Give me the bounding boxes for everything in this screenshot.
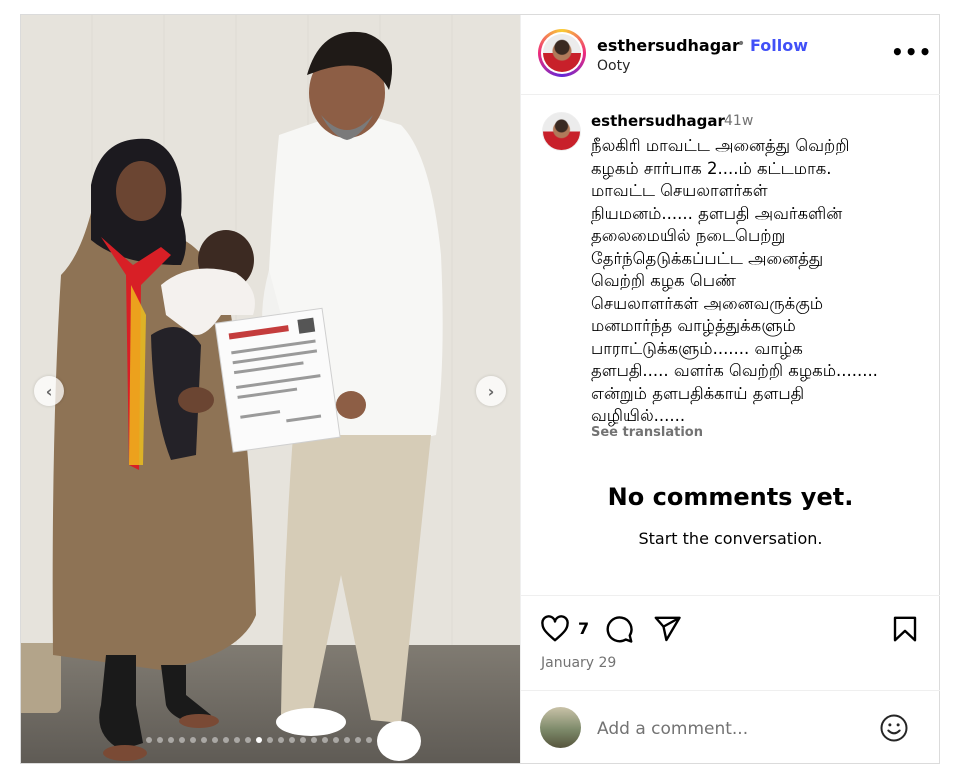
- carousel-dot: [201, 737, 207, 743]
- comment-input[interactable]: Add a comment...: [597, 719, 748, 739]
- carousel-dot: [256, 737, 262, 743]
- carousel-dot: [223, 737, 229, 743]
- carousel-dot: [311, 737, 317, 743]
- instagram-post: ‹ › esthersudhagar • Follow Ooty ••• est…: [20, 14, 940, 764]
- share-icon[interactable]: [652, 614, 682, 644]
- comment-icon[interactable]: [604, 614, 634, 644]
- carousel-dot: [278, 737, 284, 743]
- carousel-prev-button[interactable]: ‹: [34, 376, 64, 406]
- more-icon[interactable]: •••: [891, 40, 932, 64]
- emoji-icon[interactable]: [879, 713, 909, 743]
- action-bar: 7 January 29: [521, 595, 940, 690]
- post-sidebar: esthersudhagar • Follow Ooty ••• esthers…: [520, 15, 940, 763]
- carousel-dot: [344, 737, 350, 743]
- no-comments-title: No comments yet.: [607, 483, 854, 511]
- carousel-dot: [333, 737, 339, 743]
- carousel-dot: [289, 737, 295, 743]
- carousel-dot: [212, 737, 218, 743]
- carousel-dot: [300, 737, 306, 743]
- carousel-dot: [245, 737, 251, 743]
- see-translation-link[interactable]: See translation: [591, 425, 703, 440]
- carousel-dot: [168, 737, 174, 743]
- no-comments-subtitle: Start the conversation.: [638, 529, 823, 548]
- bookmark-icon[interactable]: [890, 614, 920, 644]
- carousel-indicator: [146, 737, 383, 743]
- author-username[interactable]: esthersudhagar: [597, 36, 740, 55]
- author-avatar[interactable]: [538, 29, 586, 77]
- carousel-dot: [190, 737, 196, 743]
- post-photo: [52, 31, 443, 761]
- carousel-dot: [157, 737, 163, 743]
- carousel-next-button[interactable]: ›: [476, 376, 506, 406]
- post-media[interactable]: ‹ ›: [21, 15, 520, 763]
- caption-avatar[interactable]: [542, 112, 581, 151]
- carousel-dot: [366, 737, 372, 743]
- header-separator: •: [737, 36, 746, 52]
- like-count[interactable]: 7: [578, 619, 589, 638]
- caption-username[interactable]: esthersudhagar: [591, 112, 725, 130]
- carousel-dot: [322, 737, 328, 743]
- carousel-dot: [179, 737, 185, 743]
- caption-text: நீலகிரி மாவட்ட அனைத்து வெற்றி கழகம் சார்…: [591, 136, 878, 425]
- post-date[interactable]: January 29: [541, 655, 616, 671]
- carousel-dot: [355, 737, 361, 743]
- carousel-dot: [377, 737, 383, 743]
- caption-timestamp[interactable]: 41w: [724, 113, 753, 129]
- heart-icon[interactable]: [540, 614, 570, 644]
- post-header: esthersudhagar • Follow Ooty •••: [521, 15, 940, 95]
- post-caption: esthersudhagar 41w நீலகிரி மாவட்ட அனைத்த…: [521, 95, 940, 595]
- carousel-dot: [267, 737, 273, 743]
- viewer-avatar: [540, 707, 581, 748]
- post-location[interactable]: Ooty: [597, 58, 630, 74]
- carousel-dot: [146, 737, 152, 743]
- carousel-dot: [234, 737, 240, 743]
- follow-button[interactable]: Follow: [750, 36, 808, 55]
- add-comment-bar: Add a comment...: [521, 690, 940, 763]
